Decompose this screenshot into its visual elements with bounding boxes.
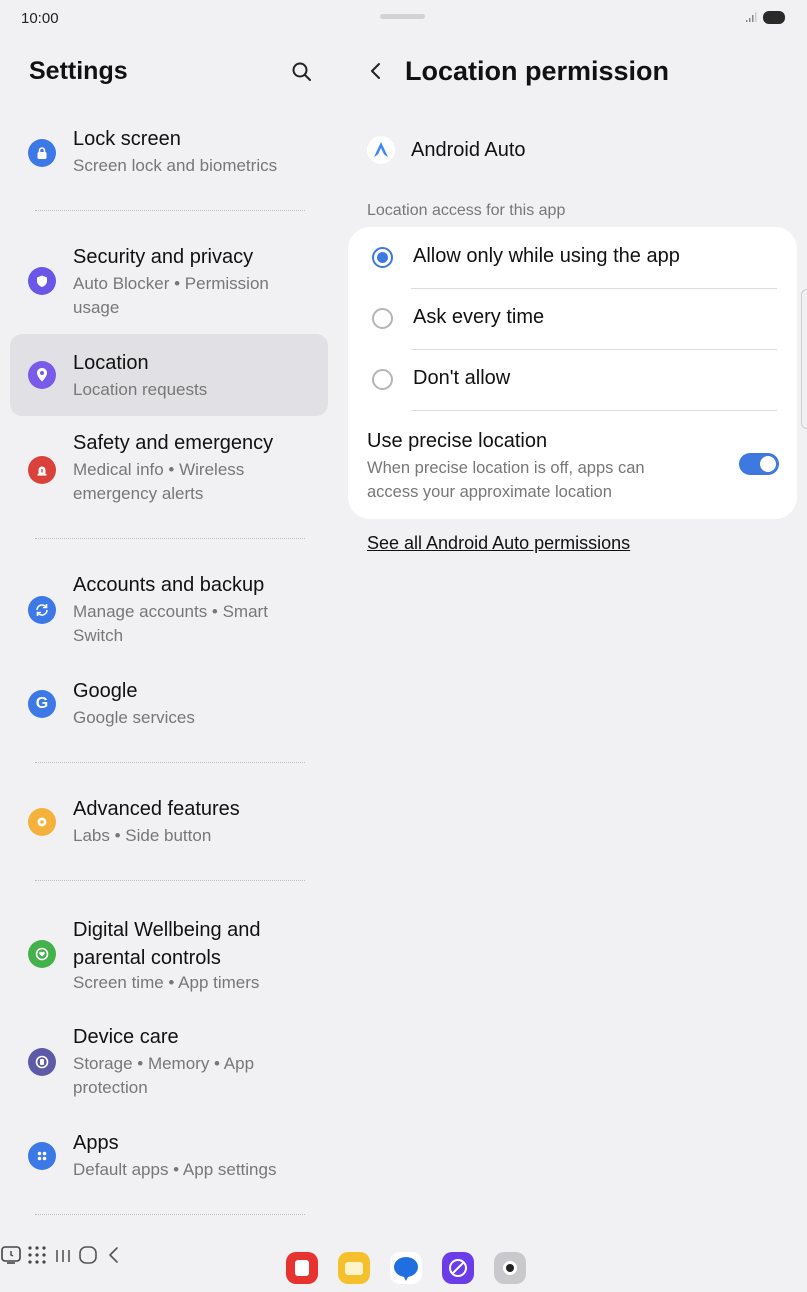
- item-title: Digital Wellbeing and parental controls: [73, 919, 261, 969]
- option-label: Don't allow: [413, 367, 511, 389]
- item-subtitle: Storage • Memory • App protection: [73, 1054, 255, 1097]
- item-title: Lock screen: [73, 128, 181, 150]
- siren-icon: [28, 456, 56, 484]
- see-all-permissions-link[interactable]: See all Android Auto permissions: [367, 533, 630, 554]
- home-icon[interactable]: [77, 1244, 99, 1266]
- precise-location-description: When precise location is off, apps can a…: [367, 459, 645, 501]
- item-title: Device care: [73, 1026, 179, 1048]
- option-label: Ask every time: [413, 306, 545, 328]
- item-subtitle: Default apps • App settings: [73, 1160, 277, 1179]
- page-title: Location permission: [405, 56, 670, 86]
- settings-item-lock-screen[interactable]: Lock screen Screen lock and biometrics: [10, 122, 328, 188]
- item-title: Location: [73, 352, 149, 374]
- item-subtitle: Screen time • App timers: [73, 973, 260, 992]
- settings-item-accounts-backup[interactable]: Accounts and backup Manage accounts • Sm…: [10, 568, 328, 654]
- settings-item-location[interactable]: Location Location requests: [10, 334, 328, 416]
- search-icon[interactable]: [289, 59, 315, 85]
- recent-apps-icon[interactable]: [53, 1246, 73, 1266]
- section-header: Location access for this app: [367, 202, 566, 219]
- sync-icon: [28, 596, 56, 624]
- divider: [35, 1214, 305, 1215]
- divider: [35, 538, 305, 539]
- status-bar: 10:00: [0, 0, 807, 36]
- item-subtitle: Medical info • Wireless emergency alerts: [73, 460, 245, 503]
- lock-icon: [28, 139, 56, 167]
- option-ask-every-time[interactable]: Ask every time: [348, 288, 797, 349]
- navigation-bar: [0, 1244, 807, 1292]
- option-allow-while-using[interactable]: Allow only while using the app: [348, 227, 797, 288]
- app-drawer-icon[interactable]: [26, 1244, 48, 1266]
- item-title: Safety and emergency: [73, 432, 274, 454]
- android-auto-icon: [367, 136, 395, 164]
- settings-item-apps[interactable]: Apps Default apps • App settings: [10, 1126, 328, 1192]
- scrollbar[interactable]: [801, 289, 807, 429]
- signal-icon: [746, 12, 757, 22]
- option-dont-allow[interactable]: Don't allow: [348, 349, 797, 410]
- apps-grid-icon: [28, 1142, 56, 1170]
- item-title: Advanced features: [73, 798, 240, 820]
- item-subtitle: Location requests: [73, 380, 208, 399]
- item-subtitle: Auto Blocker • Permission usage: [73, 274, 269, 317]
- divider: [35, 880, 305, 881]
- drag-handle[interactable]: [380, 14, 425, 19]
- toggle-knob: [760, 456, 776, 472]
- divider: [35, 210, 305, 211]
- item-title: Security and privacy: [73, 246, 254, 268]
- radio-button[interactable]: [372, 308, 393, 329]
- divider: [411, 410, 777, 411]
- settings-item-google[interactable]: G Google Google services: [10, 674, 328, 740]
- taskbar-toggle-icon[interactable]: [0, 1244, 22, 1266]
- radio-button-selected[interactable]: [372, 247, 393, 268]
- notes-app-icon[interactable]: [286, 1252, 318, 1284]
- item-title: Google: [73, 680, 138, 702]
- status-time: 10:00: [21, 10, 59, 27]
- settings-title: Settings: [29, 57, 128, 85]
- radio-button[interactable]: [372, 369, 393, 390]
- settings-item-device-care[interactable]: Device care Storage • Memory • App prote…: [10, 1020, 328, 1106]
- item-subtitle: Labs • Side button: [73, 826, 212, 845]
- camera-app-icon[interactable]: [494, 1252, 526, 1284]
- messages-app-icon[interactable]: [390, 1252, 422, 1284]
- item-subtitle: Screen lock and biometrics: [73, 156, 278, 175]
- shield-icon: [28, 267, 56, 295]
- settings-item-digital-wellbeing[interactable]: Digital Wellbeing and parental controls …: [10, 910, 328, 1002]
- option-label: Allow only while using the app: [413, 245, 680, 267]
- back-arrow-icon[interactable]: [364, 58, 388, 84]
- item-subtitle: Manage accounts • Smart Switch: [73, 602, 268, 645]
- battery-icon: [763, 11, 785, 24]
- location-access-card: Allow only while using the app Ask every…: [348, 227, 797, 519]
- settings-item-safety-emergency[interactable]: Safety and emergency Medical info • Wire…: [10, 426, 328, 512]
- internet-app-icon[interactable]: [442, 1252, 474, 1284]
- device-care-icon: [28, 1048, 56, 1076]
- settings-item-advanced-features[interactable]: Advanced features Labs • Side button: [10, 792, 328, 858]
- back-nav-icon[interactable]: [104, 1244, 124, 1266]
- settings-item-security-privacy[interactable]: Security and privacy Auto Blocker • Perm…: [10, 240, 328, 326]
- location-pin-icon: [28, 361, 56, 389]
- item-subtitle: Google services: [73, 708, 195, 727]
- files-app-icon[interactable]: [338, 1252, 370, 1284]
- precise-location-toggle[interactable]: [739, 453, 779, 475]
- item-title: Accounts and backup: [73, 574, 265, 596]
- divider: [35, 762, 305, 763]
- star-gear-icon: [28, 808, 56, 836]
- app-name: Android Auto: [411, 139, 526, 161]
- item-title: Apps: [73, 1132, 119, 1154]
- precise-location-title: Use precise location: [367, 430, 548, 452]
- google-icon: G: [28, 690, 56, 718]
- heart-circle-icon: [28, 940, 56, 968]
